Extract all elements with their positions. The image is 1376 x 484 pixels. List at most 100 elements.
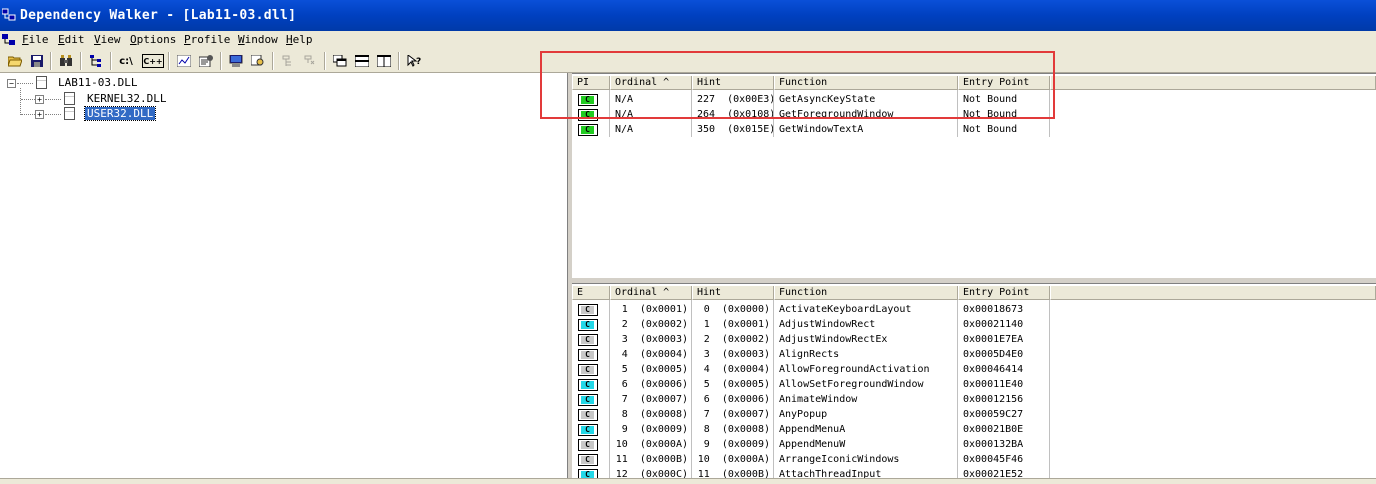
column-function[interactable]: Function <box>774 76 958 90</box>
external-viewer-button[interactable] <box>248 52 268 70</box>
column-divider <box>1049 300 1050 478</box>
tree-connector <box>45 114 61 115</box>
expand-kernel32-toggle[interactable]: + <box>35 95 44 104</box>
c-module-icon: C <box>578 394 598 406</box>
table-row[interactable]: C 6 (0x0006) 5 (0x0005) AllowSetForegroundW… <box>572 377 1376 392</box>
window-title: Dependency Walker - [Lab11-03.dll] <box>20 8 297 23</box>
menu-file[interactable]: File <box>22 33 49 46</box>
column-divider <box>1049 90 1050 137</box>
cell-hint: 10 (0x000A) <box>697 454 770 465</box>
menu-profile[interactable]: Profile <box>184 33 230 46</box>
cell-ordinal: N/A <box>615 124 634 135</box>
collapse-root-toggle[interactable]: − <box>7 79 16 88</box>
table-row[interactable]: C N/A 350 (0x015E) GetWindowTextA Not Bound <box>572 122 1376 137</box>
chart-icon <box>177 55 191 67</box>
column-hint[interactable]: Hint <box>692 286 774 300</box>
column-function[interactable]: Function <box>774 286 958 300</box>
tree-node-kernel32[interactable]: KERNEL32.DLL <box>85 92 168 105</box>
imports-header: PI Ordinal ^ Hint Function Entry Point <box>572 76 1376 90</box>
table-row[interactable]: C 7 (0x0007) 6 (0x0006) AnimateWindow 0x0001… <box>572 392 1376 407</box>
cell-entry: Not Bound <box>963 109 1018 120</box>
save-icon <box>31 55 43 67</box>
module-tree-pane[interactable]: − LAB11-03.DLL + KERNEL32.DLL + USER32.D… <box>0 73 568 478</box>
badge-label: C <box>581 306 594 314</box>
toolbar-separator <box>272 52 274 70</box>
exports-header: E Ordinal ^ Hint Function Entry Point <box>572 286 1376 300</box>
open-button[interactable] <box>5 52 25 70</box>
properties-button[interactable] <box>196 52 216 70</box>
table-row[interactable]: C 8 (0x0008) 7 (0x0007) AnyPopup 0x00059C27 <box>572 407 1376 422</box>
find-button[interactable] <box>56 52 76 70</box>
menu-options[interactable]: Options <box>130 33 176 46</box>
menu-edit[interactable]: Edit <box>58 33 85 46</box>
table-row[interactable]: C 4 (0x0004) 3 (0x0003) AlignRects 0x0005D4E… <box>572 347 1376 362</box>
full-path-button[interactable]: c:\ <box>116 52 136 70</box>
expand-all-button[interactable] <box>278 52 298 70</box>
table-row[interactable]: C 5 (0x0005) 4 (0x0004) AllowForegroundActi… <box>572 362 1376 377</box>
expand-user32-toggle[interactable]: + <box>35 110 44 119</box>
column-ordinal[interactable]: Ordinal ^ <box>610 286 692 300</box>
table-row[interactable]: C 10 (0x000A) 9 (0x0009) AppendMenuW 0x00013… <box>572 437 1376 452</box>
column-e[interactable]: E <box>572 286 610 300</box>
module-tree-button[interactable] <box>86 52 106 70</box>
column-hint[interactable]: Hint <box>692 76 774 90</box>
cell-ordinal: 8 (0x0008) <box>621 409 688 420</box>
menu-view[interactable]: View <box>94 33 121 46</box>
table-row[interactable]: C 11 (0x000B) 10 (0x000A) ArrangeIconicWind… <box>572 452 1376 467</box>
tree-node-user32[interactable]: USER32.DLL <box>83 106 157 121</box>
dependency-walker-icon <box>2 8 16 21</box>
table-row[interactable]: C 2 (0x0002) 1 (0x0001) AdjustWindowRect 0x0… <box>572 317 1376 332</box>
cell-ordinal: 1 (0x0001) <box>621 304 688 315</box>
menu-help[interactable]: Help <box>286 33 313 46</box>
undecorate-cpp-button[interactable]: C++ <box>142 54 164 68</box>
badge-label: C <box>581 336 594 344</box>
c-module-icon: C <box>578 349 598 361</box>
table-row[interactable]: C 12 (0x000C) 11 (0x000B) AttachThreadInput… <box>572 467 1376 478</box>
badge-label: C <box>581 456 594 464</box>
column-pi[interactable]: PI <box>572 76 610 90</box>
cell-entry: 0x00059C27 <box>963 409 1024 420</box>
cell-entry: 0x00018673 <box>963 304 1024 315</box>
document-icon[interactable] <box>2 33 16 47</box>
cell-hint: 3 (0x0003) <box>703 349 770 360</box>
cascade-button[interactable] <box>330 52 350 70</box>
c-module-icon: C <box>578 424 598 436</box>
system-info-button[interactable] <box>226 52 246 70</box>
module-icon <box>36 76 47 89</box>
table-row[interactable]: C N/A 227 (0x00E3) GetAsyncKeyState Not Boun… <box>572 92 1376 107</box>
cell-function: AttachThreadInput <box>779 469 882 478</box>
table-row[interactable]: C 1 (0x0001) 0 (0x0000) ActivateKeyboardLay… <box>572 302 1376 317</box>
cell-function: AppendMenuA <box>779 424 846 435</box>
column-entry-point[interactable]: Entry Point <box>958 286 1050 300</box>
cell-entry: 0x0001E7EA <box>963 334 1024 345</box>
tile-horizontal-icon <box>355 55 369 67</box>
menu-window[interactable]: Window <box>238 33 278 46</box>
cell-function: AdjustWindowRectEx <box>779 334 888 345</box>
cell-hint: 264 (0x0108) <box>697 109 773 120</box>
c-module-icon: C <box>578 409 598 421</box>
context-help-button[interactable]: ? <box>404 52 424 70</box>
table-row[interactable]: C 3 (0x0003) 2 (0x0002) AdjustWindowRectEx 0… <box>572 332 1376 347</box>
column-entry-point[interactable]: Entry Point <box>958 76 1050 90</box>
cell-entry: 0x00011E40 <box>963 379 1024 390</box>
c-module-icon: C <box>578 94 598 106</box>
tile-horizontal-button[interactable] <box>352 52 372 70</box>
collapse-all-button[interactable] <box>300 52 320 70</box>
table-row[interactable]: C N/A 264 (0x0108) GetForegroundWindow Not B… <box>572 107 1376 122</box>
badge-label: C <box>581 351 594 359</box>
imports-list[interactable]: PI Ordinal ^ Hint Function Entry Point C… <box>572 73 1376 278</box>
module-icon <box>64 92 75 105</box>
table-row[interactable]: C 9 (0x0009) 8 (0x0008) AppendMenuA 0x00021B… <box>572 422 1376 437</box>
cell-ordinal: N/A <box>615 109 634 120</box>
column-filler <box>1050 286 1376 300</box>
column-divider <box>609 300 610 478</box>
tree-node-root[interactable]: LAB11-03.DLL <box>56 76 139 89</box>
badge-label: C <box>581 381 594 389</box>
exports-list[interactable]: E Ordinal ^ Hint Function Entry Point C 1… <box>572 283 1376 478</box>
tile-vertical-button[interactable] <box>374 52 394 70</box>
cell-entry: 0x00012156 <box>963 394 1024 405</box>
column-ordinal[interactable]: Ordinal ^ <box>610 76 692 90</box>
badge-label: C <box>581 411 594 419</box>
profile-button[interactable] <box>174 52 194 70</box>
save-button[interactable] <box>27 52 47 70</box>
